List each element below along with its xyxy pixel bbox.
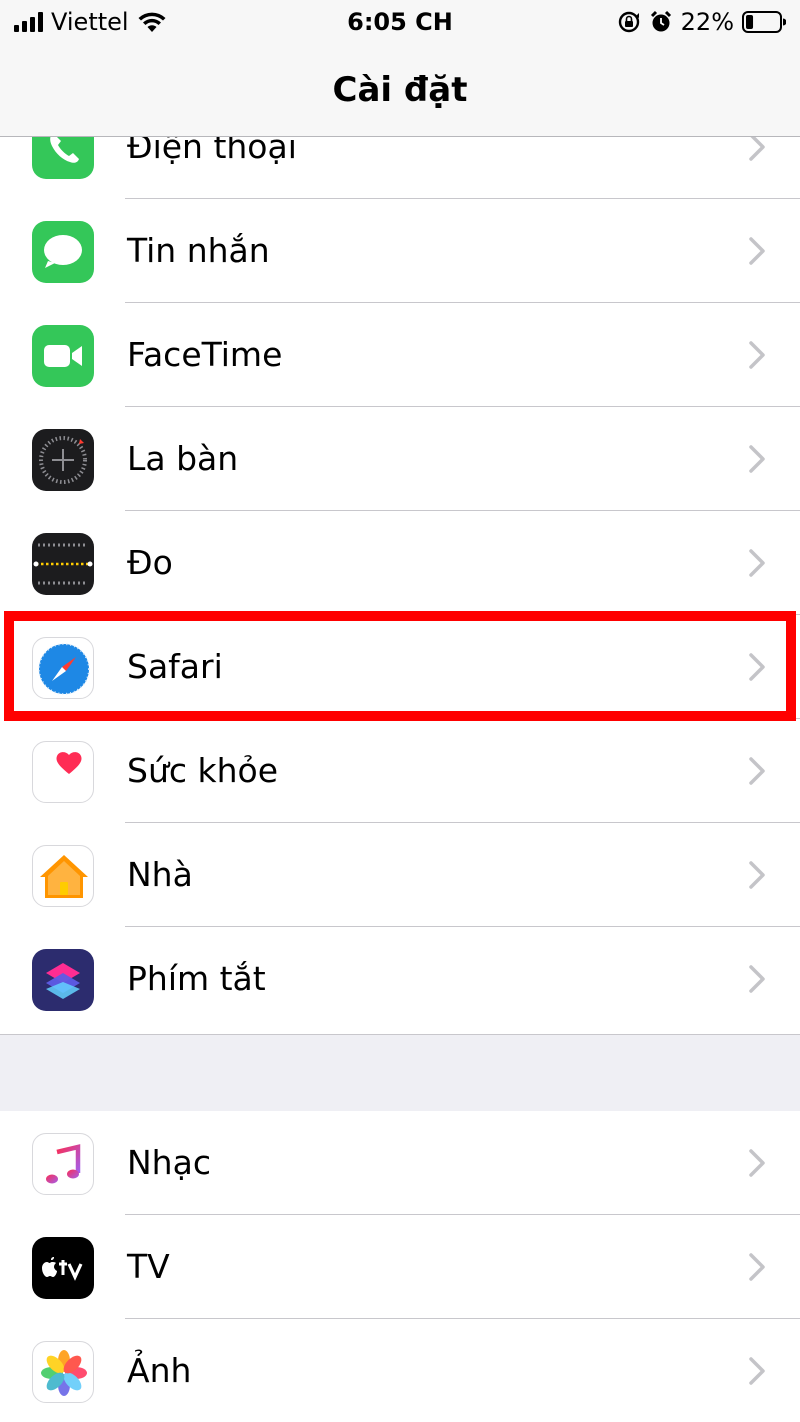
settings-row-measure[interactable]: Đo	[0, 511, 800, 615]
navigation-bar: Cài đặt	[0, 44, 800, 137]
settings-row-music[interactable]: Nhạc	[0, 1111, 800, 1215]
settings-row-label: Phím tắt	[127, 959, 266, 998]
photos-icon	[32, 1341, 94, 1403]
settings-row-label: Nhạc	[127, 1143, 211, 1182]
status-right: 22%	[617, 8, 786, 36]
settings-row-home[interactable]: Nhà	[0, 823, 800, 927]
settings-row-label: Sức khỏe	[127, 751, 279, 790]
chevron-right-icon	[749, 861, 765, 889]
health-icon	[32, 741, 94, 803]
chevron-right-icon	[749, 549, 765, 577]
settings-row-safari[interactable]: Safari	[0, 615, 800, 719]
chevron-right-icon	[749, 1149, 765, 1177]
settings-row-health[interactable]: Sức khỏe	[0, 719, 800, 823]
compass-icon	[32, 429, 94, 491]
settings-row-photos[interactable]: Ảnh	[0, 1319, 800, 1422]
settings-row-messages[interactable]: Tin nhắn	[0, 199, 800, 303]
settings-row-label: Safari	[127, 647, 223, 686]
settings-row-label: Đo	[127, 543, 173, 582]
settings-group-apps: Điện thoại Tin nhắn FaceTime La bàn Đo S…	[0, 95, 800, 1034]
shortcuts-icon	[32, 949, 94, 1011]
rotation-lock-icon	[618, 11, 639, 33]
alarm-icon	[650, 10, 671, 32]
music-icon	[32, 1133, 94, 1195]
measure-icon	[32, 533, 94, 595]
status-bar: Viettel 6:05 CH 22%	[0, 0, 800, 44]
chevron-right-icon	[749, 965, 765, 993]
settings-row-compass[interactable]: La bàn	[0, 407, 800, 511]
chevron-right-icon	[749, 757, 765, 785]
tv-icon	[32, 1237, 94, 1299]
settings-row-label: La bàn	[127, 439, 239, 478]
settings-row-label: Ảnh	[127, 1351, 192, 1390]
safari-icon	[32, 637, 94, 699]
settings-row-facetime[interactable]: FaceTime	[0, 303, 800, 407]
section-separator	[0, 1034, 800, 1112]
chevron-right-icon	[749, 1357, 765, 1385]
settings-row-shortcuts[interactable]: Phím tắt	[0, 927, 800, 1031]
chevron-right-icon	[749, 653, 765, 681]
chevron-right-icon	[749, 445, 765, 473]
facetime-icon	[32, 325, 94, 387]
settings-row-label: Nhà	[127, 855, 193, 894]
settings-row-label: Tin nhắn	[127, 231, 270, 270]
settings-row-tv[interactable]: TV	[0, 1215, 800, 1319]
settings-group-media: Nhạc TV Ảnh	[0, 1111, 800, 1422]
settings-row-label: TV	[127, 1247, 170, 1286]
messages-icon	[32, 221, 94, 283]
home-icon	[32, 845, 94, 907]
settings-row-label: FaceTime	[127, 335, 283, 374]
chevron-right-icon	[749, 237, 765, 265]
page-title: Cài đặt	[332, 70, 468, 110]
chevron-right-icon	[749, 341, 765, 369]
battery-percent: 22%	[680, 8, 734, 36]
chevron-right-icon	[749, 1253, 765, 1281]
battery-icon	[742, 11, 786, 33]
